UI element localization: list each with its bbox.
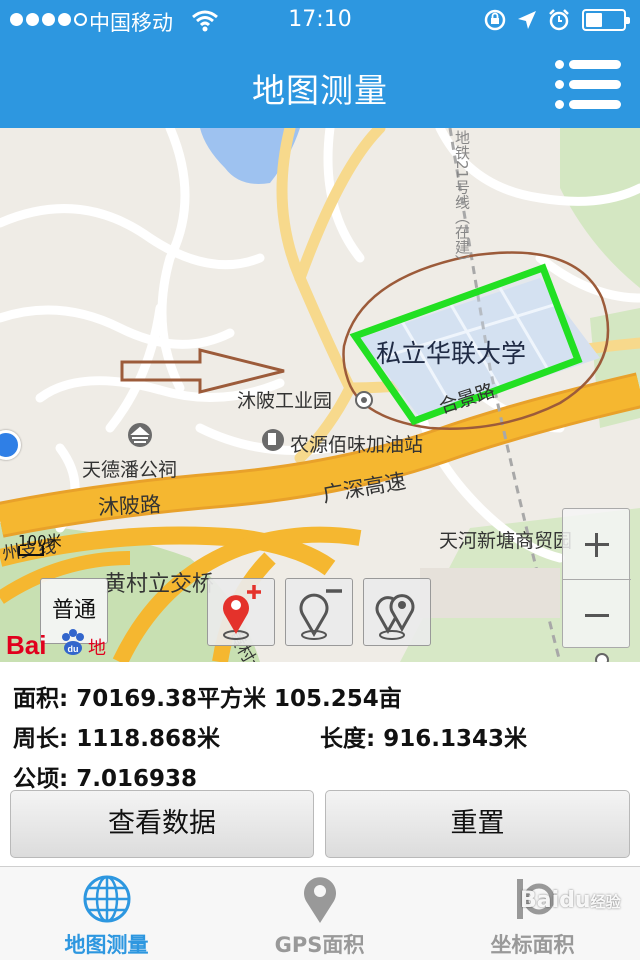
page-title: 地图测量 [252, 71, 388, 110]
add-point-button[interactable] [207, 578, 275, 646]
perimeter-result: 周长: 1118.868米 [13, 719, 220, 753]
road-label-huangcun: 黄村立交桥 [104, 572, 215, 597]
battery-level [586, 13, 602, 27]
tab-coordinate-area[interactable]: 坐标面积 [426, 867, 639, 960]
highlight-area-label: 私立华联大学 [376, 339, 527, 368]
battery-icon [582, 9, 630, 31]
zoom-in-button[interactable] [563, 509, 631, 579]
nav-bar: 地图测量 [0, 40, 640, 128]
status-bar: 中国移动 17:10 [0, 0, 640, 40]
tab-label: GPS面积 [274, 933, 365, 957]
remove-marker-icon [299, 589, 342, 640]
location-pin-icon [304, 877, 336, 923]
perimeter-label: 周长: [13, 726, 69, 752]
svg-text:du: du [68, 644, 79, 654]
poi-industrial-park: 沐陂工业园 [237, 390, 333, 412]
poi-gas-station: 农源佰味加油站 [290, 434, 424, 456]
tab-label: 地图测量 [64, 933, 149, 957]
add-marker-icon [223, 585, 261, 640]
watermark-brand: Baidu [520, 888, 591, 913]
clear-points-button[interactable] [363, 578, 431, 646]
area-label: 面积: [13, 686, 69, 712]
zoom-out-button[interactable] [563, 579, 631, 649]
globe-icon [83, 875, 131, 923]
tab-gps-area[interactable]: GPS面积 [213, 867, 426, 960]
alarm-icon [549, 9, 569, 31]
tab-map-measure[interactable]: 地图测量 [0, 867, 213, 960]
tab-bar: 地图测量 GPS面积 坐标面积 [0, 866, 640, 960]
map-view[interactable]: 沐陂工业园 农源佰味加油站 天德潘公祠 天河新塘商贸园 沐陂路 广深高速 合景路… [0, 128, 640, 662]
length-result: 长度: 916.1343米 [320, 719, 527, 753]
location-arrow-icon [518, 11, 536, 29]
rotation-lock-icon [484, 9, 506, 31]
reset-button[interactable]: 重置 [325, 790, 630, 858]
multi-marker-icon [375, 594, 415, 640]
length-value: 916.1343米 [383, 726, 527, 752]
area-value: 70169.38平方米 105.254亩 [76, 686, 402, 712]
area-result: 面积: 70169.38平方米 105.254亩 [13, 679, 402, 713]
length-label: 长度: [320, 726, 376, 752]
poi-tianhe-market: 天河新塘商贸园 [439, 530, 573, 552]
scale-bar [18, 546, 44, 556]
poi-tiande-company: 天德潘公祠 [82, 459, 178, 481]
baidu-map-text: 地图 [88, 638, 106, 659]
view-data-button[interactable]: 查看数据 [10, 790, 314, 858]
hectare-result: 公顷: 7.016938 [13, 759, 197, 793]
watermark-sub: 经验 [590, 893, 621, 911]
baidu-paw-icon: du [62, 629, 84, 655]
remove-point-button[interactable] [285, 578, 353, 646]
tab-label: 坐标面积 [490, 933, 575, 957]
watermark: Baidu经验 [520, 888, 621, 913]
hectare-value: 7.016938 [76, 766, 197, 792]
road-label-muling: 沐陂路 [97, 492, 162, 520]
zoom-control [562, 508, 631, 649]
baidu-logo-text: Bai [6, 630, 47, 660]
menu-button[interactable] [555, 60, 621, 110]
hectare-label: 公顷: [13, 766, 69, 792]
metro-line-label: 地铁21号线（在建） [453, 130, 471, 270]
perimeter-value: 1118.868米 [76, 726, 220, 752]
